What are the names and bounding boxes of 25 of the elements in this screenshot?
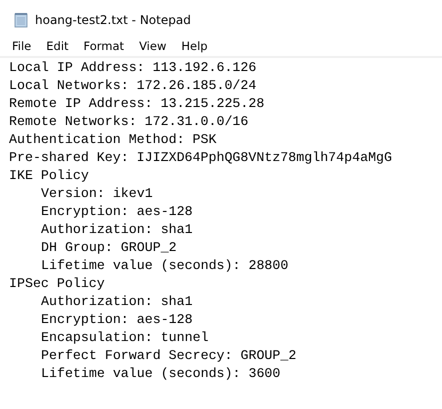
text-line: Version: ikev1 [41, 186, 153, 201]
text-line: Authorization: sha1 [41, 222, 193, 237]
text-line: IPSec Policy [9, 276, 105, 291]
window-title: hoang-test2.txt - Notepad [35, 13, 191, 27]
text-line: Remote Networks: 172.31.0.0/16 [9, 114, 248, 129]
text-line: IKE Policy [9, 168, 89, 183]
menu-item[interactable]: Help [173, 39, 215, 53]
menu-item[interactable]: Edit [38, 39, 76, 53]
text-line: Lifetime value (seconds): 3600 [41, 366, 280, 381]
text-line: Local Networks: 172.26.185.0/24 [9, 78, 256, 93]
text-line: Encryption: aes-128 [41, 312, 193, 327]
menu-item[interactable]: Format [76, 39, 132, 53]
text-line: Lifetime value (seconds): 28800 [41, 258, 288, 273]
text-line: Pre-shared Key: IJIZXD64PphQG8VNtz78mglh74p4aMgG [9, 150, 392, 165]
text-line: Encryption: aes-128 [41, 204, 193, 219]
text-line: Local IP Address: 113.192.6.126 [9, 60, 256, 75]
text-line: Encapsulation: tunnel [41, 330, 209, 345]
text-line: Authorization: sha1 [41, 294, 193, 309]
text-line: Perfect Forward Secrecy: GROUP_2 [41, 348, 296, 363]
notepad-icon [14, 12, 28, 28]
menu-item[interactable]: View [131, 39, 174, 53]
text-line: Authentication Method: PSK [9, 132, 216, 147]
text-line: Remote IP Address: 13.215.225.28 [9, 96, 264, 111]
menu-item[interactable]: File [4, 39, 38, 53]
text-line: DH Group: GROUP_2 [41, 240, 177, 255]
